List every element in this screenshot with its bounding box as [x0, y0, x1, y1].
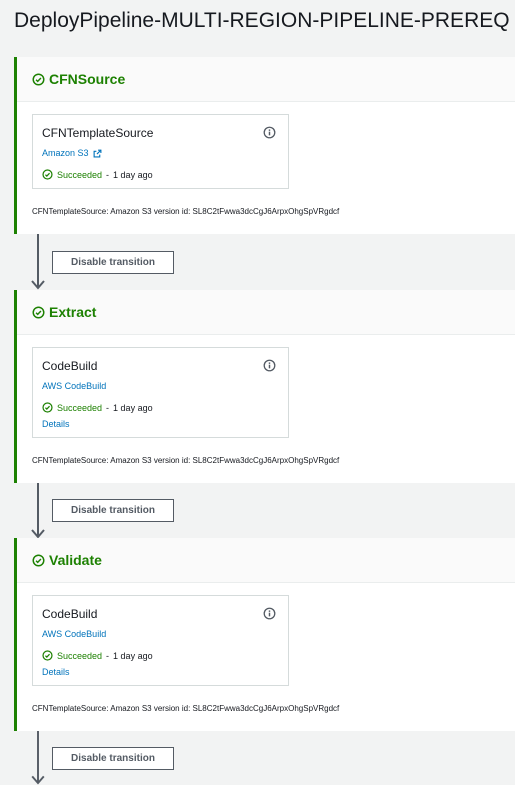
check-circle-icon [32, 305, 45, 319]
provider-label[interactable]: AWS CodeBuild [42, 629, 106, 639]
info-circle-icon[interactable] [263, 126, 276, 139]
action-status: Succeeded - 1 day ago [42, 650, 153, 661]
disable-transition-button[interactable]: Disable transition [52, 499, 174, 522]
stage-validate: Validate CodeBuild AWS CodeBuild Succeed… [14, 538, 515, 731]
status-text: Succeeded [57, 169, 103, 180]
revision-info: CFNTemplateSource: Amazon S3 version id:… [32, 456, 340, 465]
status-time: 1 day ago [113, 650, 153, 661]
check-circle-icon [42, 169, 53, 180]
status-separator: - [106, 650, 110, 661]
stage-extract: Extract CodeBuild AWS CodeBuild Succeede… [14, 290, 515, 483]
stage-header: Extract [17, 290, 515, 335]
info-circle-icon[interactable] [263, 359, 276, 372]
disable-transition-button[interactable]: Disable transition [52, 251, 174, 274]
status-text: Succeeded [57, 402, 103, 413]
check-circle-icon [42, 402, 53, 413]
status-separator: - [106, 402, 110, 413]
status-text: Succeeded [57, 650, 103, 661]
action-status: Succeeded - 1 day ago [42, 169, 153, 180]
provider-link[interactable]: AWS CodeBuild [42, 629, 106, 639]
action-card: CodeBuild AWS CodeBuild Succeeded - 1 da… [32, 347, 289, 438]
action-status: Succeeded - 1 day ago [42, 402, 153, 413]
check-circle-icon [32, 72, 45, 86]
check-circle-icon [32, 553, 45, 567]
provider-link[interactable]: AWS CodeBuild [42, 381, 106, 391]
check-circle-icon [42, 650, 53, 661]
action-card: CFNTemplateSource Amazon S3 Succeeded - … [32, 114, 289, 189]
stage-cfnsource: CFNSource CFNTemplateSource Amazon S3 Su… [14, 57, 515, 234]
revision-info: CFNTemplateSource: Amazon S3 version id:… [32, 207, 340, 216]
provider-label[interactable]: Amazon S3 [42, 148, 89, 158]
action-name: CodeBuild [42, 359, 98, 373]
stage-name: CFNSource [49, 71, 126, 87]
details-link[interactable]: Details [42, 667, 70, 677]
provider-label[interactable]: AWS CodeBuild [42, 381, 106, 391]
status-time: 1 day ago [113, 402, 153, 413]
arrow-down-icon [31, 234, 45, 290]
provider-link[interactable]: Amazon S3 [42, 148, 102, 158]
stage-header: Validate [17, 538, 515, 583]
stage-header: CFNSource [17, 57, 515, 102]
stage-name: Validate [49, 552, 102, 568]
arrow-down-icon [31, 483, 45, 539]
action-name: CFNTemplateSource [42, 126, 154, 140]
status-separator: - [106, 169, 110, 180]
action-name: CodeBuild [42, 607, 98, 621]
details-link[interactable]: Details [42, 419, 70, 429]
arrow-down-icon [31, 731, 45, 785]
page-title: DeployPipeline-MULTI-REGION-PIPELINE-PRE… [14, 9, 510, 32]
action-card: CodeBuild AWS CodeBuild Succeeded - 1 da… [32, 595, 289, 686]
disable-transition-button[interactable]: Disable transition [52, 747, 174, 770]
stage-name: Extract [49, 304, 97, 320]
external-link-icon [93, 149, 101, 157]
revision-info: CFNTemplateSource: Amazon S3 version id:… [32, 704, 340, 713]
status-time: 1 day ago [113, 169, 153, 180]
info-circle-icon[interactable] [263, 607, 276, 620]
